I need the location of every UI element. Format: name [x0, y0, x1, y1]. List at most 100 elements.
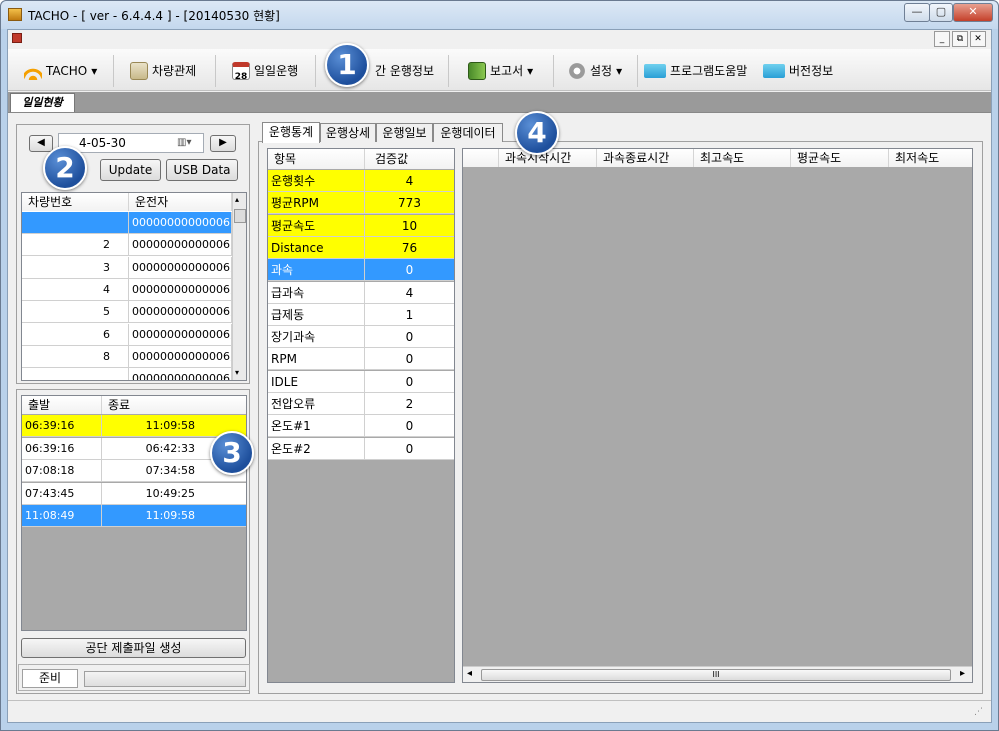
report-label: 보고서: [490, 64, 524, 78]
stats-row[interactable]: RPM 0: [268, 348, 454, 371]
stats-row[interactable]: 평균속도 10: [268, 214, 454, 237]
calendar-dropdown-icon: ▥▾: [177, 137, 192, 148]
resize-grip-icon[interactable]: ⋰: [974, 707, 983, 717]
column-header-item[interactable]: 항목: [268, 149, 365, 169]
stats-row[interactable]: IDLE 0: [268, 370, 454, 393]
help-button[interactable]: 프로그램도움말: [644, 60, 747, 82]
vehicle-no-cell: [22, 212, 129, 234]
stats-row[interactable]: 평균RPM 773: [268, 192, 454, 215]
speech-bubble-icon: [644, 64, 666, 78]
stats-row[interactable]: 급제동 1: [268, 303, 454, 326]
column-header-vehicle-no[interactable]: 차량번호: [22, 193, 129, 211]
vehicle-row[interactable]: 2 00000000000006,...: [22, 234, 232, 257]
driver-cell: 00000000000006,...: [129, 323, 232, 346]
column-header-detail[interactable]: 과속종료시간: [597, 149, 694, 167]
daily-operation-button[interactable]: 28 일일운행: [232, 60, 298, 82]
stats-row[interactable]: 전압오류 2: [268, 393, 454, 415]
column-header-end[interactable]: 종료: [102, 396, 246, 414]
driver-cell: 00000000000006,...: [129, 234, 232, 257]
scroll-up-icon[interactable]: ▴: [235, 195, 239, 204]
trip-start-cell: 06:39:16: [22, 437, 102, 460]
mdi-restore-button[interactable]: ⧉: [952, 31, 968, 47]
trip-row[interactable]: 07:43:45 10:49:25: [22, 482, 246, 505]
version-info-button[interactable]: 버전정보: [763, 60, 833, 82]
next-date-button[interactable]: ▶: [210, 135, 236, 152]
trip-row[interactable]: 11:08:49 11:09:58: [22, 505, 246, 527]
update-button[interactable]: Update: [100, 159, 161, 181]
vehicle-no-cell: 3: [22, 256, 129, 279]
vehicle-list[interactable]: 차량번호 운전자 00000000000006,... 2 0000000000…: [21, 192, 247, 381]
scroll-thumb[interactable]: [234, 209, 246, 223]
stats-value-cell: 0: [365, 348, 454, 371]
vehicle-row[interactable]: 00000000000006...: [22, 368, 232, 380]
stats-row[interactable]: 온도#2 0: [268, 437, 454, 460]
stats-value-cell: 773: [365, 192, 454, 215]
close-button[interactable]: ✕: [953, 3, 993, 22]
overspeed-detail-grid[interactable]: 과속시작시간 과속종료시간 최고속도 평균속도 최저속도 ◂ III ▸: [462, 148, 973, 683]
column-header-start[interactable]: 출발: [22, 396, 102, 414]
vehicle-control-button[interactable]: 차량관제: [130, 60, 196, 82]
minimize-button[interactable]: —: [904, 3, 930, 22]
tab-operation-stats[interactable]: 운행통계: [262, 122, 320, 143]
date-picker[interactable]: 4-05-30 ▥▾: [58, 133, 204, 153]
mdi-close-button[interactable]: ✕: [970, 31, 986, 47]
vehicle-row[interactable]: 6 00000000000006,...: [22, 323, 232, 346]
toolbar-separator: [553, 55, 554, 87]
stats-row[interactable]: 과속 0: [268, 259, 454, 282]
column-header-detail[interactable]: 최고속도: [694, 149, 791, 167]
vehicle-row[interactable]: 4 00000000000006,...: [22, 278, 232, 301]
period-info-button[interactable]: 간 운행정보: [375, 60, 434, 82]
stats-row[interactable]: 장기과속 0: [268, 326, 454, 349]
vehicle-list-scrollbar[interactable]: ▴ ▾: [232, 193, 246, 380]
driver-cell: 00000000000006,...: [129, 345, 232, 368]
stats-row[interactable]: 온도#1 0: [268, 415, 454, 438]
mdi-minimize-button[interactable]: _: [934, 31, 950, 47]
usb-data-button[interactable]: USB Data: [166, 159, 238, 181]
driver-cell: 00000000000006,...: [129, 212, 232, 234]
stats-row[interactable]: 운행횟수 4: [268, 170, 454, 192]
tab-operation-data[interactable]: 운행데이터: [433, 123, 503, 142]
tab-underline: [8, 112, 991, 118]
scroll-thumb[interactable]: III: [481, 669, 951, 681]
vehicle-row[interactable]: 3 00000000000006,...: [22, 256, 232, 279]
vehicle-row[interactable]: 00000000000006,...: [22, 212, 232, 234]
report-menu-button[interactable]: 보고서 ▾: [468, 60, 533, 82]
settings-label: 설정: [590, 64, 613, 78]
tacho-menu-button[interactable]: TACHO ▾: [24, 60, 97, 82]
settings-menu-button[interactable]: 설정 ▾: [568, 60, 622, 82]
stats-item-cell: 평균RPM: [268, 192, 365, 215]
trip-list[interactable]: 출발 종료 06:39:16 11:09:58 06:39:16 06:42:3…: [21, 395, 247, 631]
mdi-doc-icon: [12, 33, 22, 43]
stats-item-cell: 전압오류: [268, 393, 365, 415]
scroll-right-icon[interactable]: ▸: [960, 668, 965, 679]
column-header-detail[interactable]: 평균속도: [791, 149, 889, 167]
stats-value-cell: 4: [365, 281, 454, 304]
column-header-value[interactable]: 검증값: [365, 149, 454, 169]
tab-operation-daily[interactable]: 운행일보: [376, 123, 433, 142]
stats-item-cell: 과속: [268, 259, 365, 282]
generate-submission-file-button[interactable]: 공단 제출파일 생성: [21, 638, 246, 658]
stats-item-cell: RPM: [268, 348, 365, 371]
document-tabstrip: [8, 92, 991, 112]
stats-grid[interactable]: 항목 검증값 운행횟수 4 평균RPM 773 평균속도 10 Distance…: [267, 148, 455, 683]
vehicle-row[interactable]: 5 00000000000006,...: [22, 301, 232, 324]
driver-cell: 00000000000006,...: [129, 301, 232, 324]
detail-hscrollbar[interactable]: ◂ III ▸: [463, 666, 972, 682]
tab-operation-detail[interactable]: 운행상세: [320, 123, 376, 142]
prev-date-button[interactable]: ◀: [29, 135, 53, 152]
daily-operation-label: 일일운행: [254, 64, 299, 78]
tab-daily-status[interactable]: 일일현황: [10, 93, 75, 112]
column-header-detail[interactable]: 최저속도: [889, 149, 972, 167]
stats-row[interactable]: Distance 76: [268, 236, 454, 259]
stats-row[interactable]: 급과속 4: [268, 281, 454, 304]
column-header-detail[interactable]: [463, 149, 499, 167]
toolbar-separator: [448, 55, 449, 87]
vehicle-row[interactable]: 8 00000000000006,...: [22, 345, 232, 368]
scroll-down-icon[interactable]: ▾: [235, 368, 239, 377]
scroll-left-icon[interactable]: ◂: [467, 668, 472, 679]
trip-row[interactable]: 06:39:16 11:09:58: [22, 415, 246, 437]
maximize-button[interactable]: ▢: [929, 3, 953, 22]
stats-item-cell: 온도#2: [268, 437, 365, 460]
vehicle-no-cell: 8: [22, 345, 129, 368]
column-header-driver[interactable]: 운전자: [129, 193, 232, 211]
